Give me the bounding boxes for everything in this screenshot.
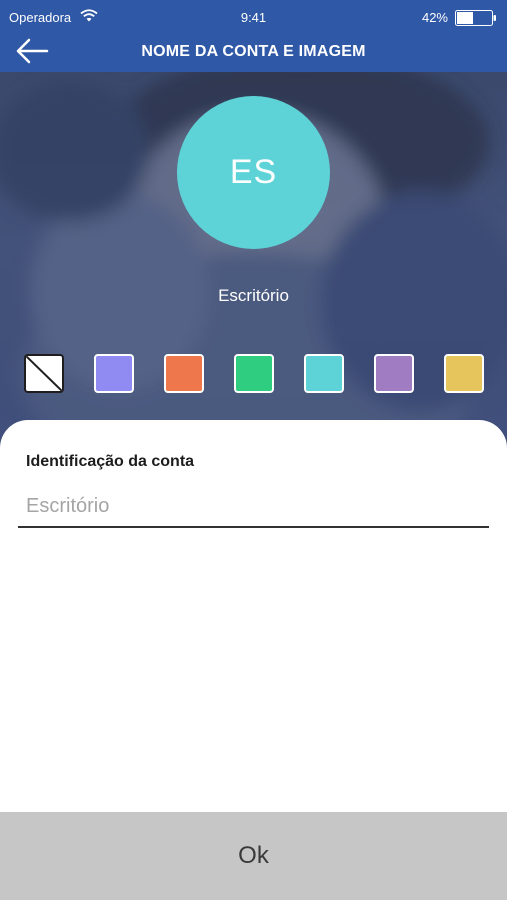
swatch-periwinkle[interactable] (94, 354, 134, 393)
ok-button[interactable]: Ok (0, 812, 507, 900)
battery-percentage: 42% (421, 10, 448, 25)
battery-icon (455, 10, 496, 26)
form-sheet: Identificação da conta (0, 420, 507, 812)
avatar-name: Escritório (218, 286, 289, 305)
swatch-none[interactable] (24, 354, 64, 393)
account-avatar: ES (177, 96, 330, 249)
account-id-label: Identificação da conta (26, 453, 195, 470)
status-bar: Operadora 9:41 42% (0, 0, 507, 35)
no-color-icon (26, 356, 62, 391)
page-title: NOME DA CONTA E IMAGEM (141, 43, 366, 60)
swatch-cyan[interactable] (304, 354, 344, 393)
swatch-green[interactable] (234, 354, 274, 393)
account-id-input[interactable] (18, 486, 489, 528)
nav-bar: NOME DA CONTA E IMAGEM (0, 35, 507, 72)
swatch-purple[interactable] (374, 354, 414, 393)
swatch-orange[interactable] (164, 354, 204, 393)
swatch-yellow[interactable] (444, 354, 484, 393)
